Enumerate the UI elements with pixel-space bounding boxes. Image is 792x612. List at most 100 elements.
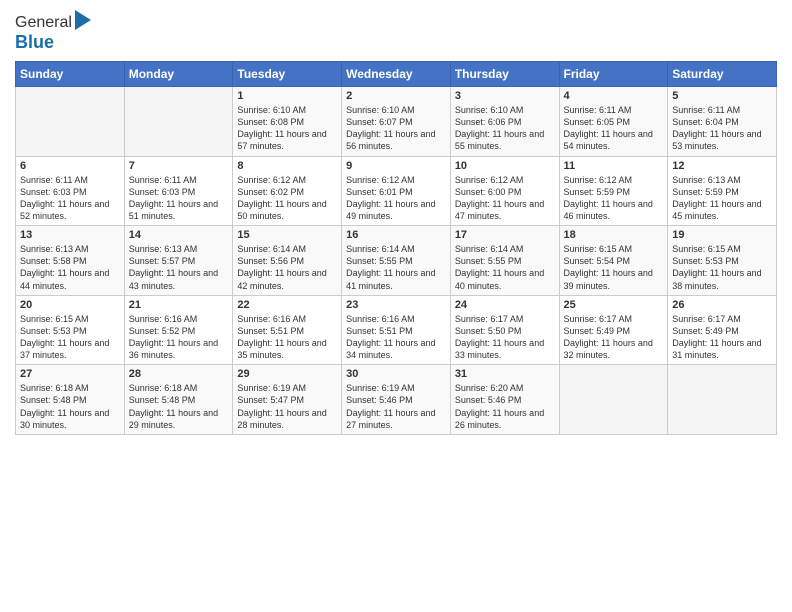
calendar-cell: 21 Sunrise: 6:16 AMSunset: 5:52 PMDayligh… (124, 295, 233, 365)
day-number: 9 (346, 160, 446, 172)
calendar-cell: 27Sunrise: 6:18 AMSunset: 5:48 PMDayligh… (16, 365, 125, 435)
logo: General Blue (15, 14, 91, 53)
cell-content: Sunrise: 6:17 AMSunset: 5:49 PMDaylight:… (564, 313, 664, 362)
cell-content: Sunrise: 6:12 AMSunset: 5:59 PMDaylight:… (564, 174, 664, 223)
day-number: 3 (455, 90, 555, 102)
day-header-saturday: Saturday (668, 62, 777, 87)
calendar-table: SundayMondayTuesdayWednesdayThursdayFrid… (15, 61, 777, 435)
calendar-cell (668, 365, 777, 435)
cell-content: Sunrise: 6:14 AMSunset: 5:55 PMDaylight:… (455, 243, 555, 292)
cell-content: Sunrise: 6:16 AMSunset: 5:52 PMDaylight:… (129, 313, 229, 362)
calendar-week-row: 1 Sunrise: 6:10 AMSunset: 6:08 PMDaylight… (16, 87, 777, 157)
day-number: 7 (129, 160, 229, 172)
day-number: 21 (129, 299, 229, 311)
calendar-cell (124, 87, 233, 157)
cell-content: Sunrise: 6:11 AMSunset: 6:05 PMDaylight:… (564, 104, 664, 153)
day-number: 14 (129, 229, 229, 241)
cell-content: Sunrise: 6:20 AMSunset: 5:46 PMDaylight:… (455, 382, 555, 431)
calendar-cell: 11 Sunrise: 6:12 AMSunset: 5:59 PMDayligh… (559, 156, 668, 226)
day-header-wednesday: Wednesday (342, 62, 451, 87)
calendar-cell: 16 Sunrise: 6:14 AMSunset: 5:55 PMDayligh… (342, 226, 451, 296)
day-number: 29 (237, 368, 337, 380)
logo-arrow-icon (75, 10, 91, 30)
day-number: 8 (237, 160, 337, 172)
day-number: 26 (672, 299, 772, 311)
page-header: General Blue (15, 10, 777, 53)
cell-content: Sunrise: 6:10 AMSunset: 6:07 PMDaylight:… (346, 104, 446, 153)
calendar-cell: 2 Sunrise: 6:10 AMSunset: 6:07 PMDaylight… (342, 87, 451, 157)
cell-content: Sunrise: 6:12 AMSunset: 6:01 PMDaylight:… (346, 174, 446, 223)
calendar-cell: 3 Sunrise: 6:10 AMSunset: 6:06 PMDaylight… (450, 87, 559, 157)
cell-content: Sunrise: 6:12 AMSunset: 6:00 PMDaylight:… (455, 174, 555, 223)
cell-content: Sunrise: 6:15 AMSunset: 5:54 PMDaylight:… (564, 243, 664, 292)
cell-content: Sunrise: 6:12 AMSunset: 6:02 PMDaylight:… (237, 174, 337, 223)
cell-content: Sunrise: 6:11 AMSunset: 6:03 PMDaylight:… (129, 174, 229, 223)
day-number: 25 (564, 299, 664, 311)
day-number: 24 (455, 299, 555, 311)
calendar-cell: 9 Sunrise: 6:12 AMSunset: 6:01 PMDaylight… (342, 156, 451, 226)
logo-blue-text: Blue (15, 32, 54, 53)
day-number: 19 (672, 229, 772, 241)
cell-content: Sunrise: 6:15 AMSunset: 5:53 PMDaylight:… (672, 243, 772, 292)
day-header-friday: Friday (559, 62, 668, 87)
calendar-header-row: SundayMondayTuesdayWednesdayThursdayFrid… (16, 62, 777, 87)
calendar-cell: 26 Sunrise: 6:17 AMSunset: 5:49 PMDayligh… (668, 295, 777, 365)
day-number: 18 (564, 229, 664, 241)
cell-content: Sunrise: 6:10 AMSunset: 6:06 PMDaylight:… (455, 104, 555, 153)
day-number: 28 (129, 368, 229, 380)
day-number: 1 (237, 90, 337, 102)
calendar-cell: 24 Sunrise: 6:17 AMSunset: 5:50 PMDayligh… (450, 295, 559, 365)
day-number: 2 (346, 90, 446, 102)
calendar-cell: 20Sunrise: 6:15 AMSunset: 5:53 PMDayligh… (16, 295, 125, 365)
calendar-cell: 12 Sunrise: 6:13 AMSunset: 5:59 PMDayligh… (668, 156, 777, 226)
calendar-cell: 7 Sunrise: 6:11 AMSunset: 6:03 PMDaylight… (124, 156, 233, 226)
cell-content: Sunrise: 6:19 AMSunset: 5:46 PMDaylight:… (346, 382, 446, 431)
calendar-cell: 19 Sunrise: 6:15 AMSunset: 5:53 PMDayligh… (668, 226, 777, 296)
calendar-cell (16, 87, 125, 157)
cell-content: Sunrise: 6:17 AMSunset: 5:50 PMDaylight:… (455, 313, 555, 362)
calendar-cell: 25 Sunrise: 6:17 AMSunset: 5:49 PMDayligh… (559, 295, 668, 365)
cell-content: Sunrise: 6:19 AMSunset: 5:47 PMDaylight:… (237, 382, 337, 431)
calendar-cell: 8 Sunrise: 6:12 AMSunset: 6:02 PMDaylight… (233, 156, 342, 226)
calendar-cell (559, 365, 668, 435)
calendar-cell: 18 Sunrise: 6:15 AMSunset: 5:54 PMDayligh… (559, 226, 668, 296)
calendar-cell: 14 Sunrise: 6:13 AMSunset: 5:57 PMDayligh… (124, 226, 233, 296)
calendar-cell: 17Sunrise: 6:14 AMSunset: 5:55 PMDayligh… (450, 226, 559, 296)
calendar-cell: 28Sunrise: 6:18 AMSunset: 5:48 PMDayligh… (124, 365, 233, 435)
day-number: 23 (346, 299, 446, 311)
day-number: 15 (237, 229, 337, 241)
calendar-cell: 1 Sunrise: 6:10 AMSunset: 6:08 PMDaylight… (233, 87, 342, 157)
cell-content: Sunrise: 6:16 AMSunset: 5:51 PMDaylight:… (237, 313, 337, 362)
cell-content: Sunrise: 6:17 AMSunset: 5:49 PMDaylight:… (672, 313, 772, 362)
day-number: 12 (672, 160, 772, 172)
calendar-cell: 31 Sunrise: 6:20 AMSunset: 5:46 PMDayligh… (450, 365, 559, 435)
calendar-week-row: 6 Sunrise: 6:11 AMSunset: 6:03 PMDaylight… (16, 156, 777, 226)
cell-content: Sunrise: 6:11 AMSunset: 6:03 PMDaylight:… (20, 174, 120, 223)
day-number: 22 (237, 299, 337, 311)
cell-content: Sunrise: 6:11 AMSunset: 6:04 PMDaylight:… (672, 104, 772, 153)
day-number: 31 (455, 368, 555, 380)
calendar-cell: 15 Sunrise: 6:14 AMSunset: 5:56 PMDayligh… (233, 226, 342, 296)
cell-content: Sunrise: 6:14 AMSunset: 5:55 PMDaylight:… (346, 243, 446, 292)
calendar-cell: 23 Sunrise: 6:16 AMSunset: 5:51 PMDayligh… (342, 295, 451, 365)
calendar-cell: 29 Sunrise: 6:19 AMSunset: 5:47 PMDayligh… (233, 365, 342, 435)
day-number: 13 (20, 229, 120, 241)
day-number: 4 (564, 90, 664, 102)
cell-content: Sunrise: 6:14 AMSunset: 5:56 PMDaylight:… (237, 243, 337, 292)
day-number: 27 (20, 368, 120, 380)
cell-content: Sunrise: 6:15 AMSunset: 5:53 PMDaylight:… (20, 313, 120, 362)
day-header-monday: Monday (124, 62, 233, 87)
cell-content: Sunrise: 6:13 AMSunset: 5:59 PMDaylight:… (672, 174, 772, 223)
day-number: 5 (672, 90, 772, 102)
calendar-cell: 22 Sunrise: 6:16 AMSunset: 5:51 PMDayligh… (233, 295, 342, 365)
calendar-cell: 4 Sunrise: 6:11 AMSunset: 6:05 PMDaylight… (559, 87, 668, 157)
day-number: 16 (346, 229, 446, 241)
calendar-cell: 10Sunrise: 6:12 AMSunset: 6:00 PMDayligh… (450, 156, 559, 226)
day-header-sunday: Sunday (16, 62, 125, 87)
cell-content: Sunrise: 6:13 AMSunset: 5:57 PMDaylight:… (129, 243, 229, 292)
cell-content: Sunrise: 6:10 AMSunset: 6:08 PMDaylight:… (237, 104, 337, 153)
logo-general-text: General (15, 14, 72, 32)
cell-content: Sunrise: 6:16 AMSunset: 5:51 PMDaylight:… (346, 313, 446, 362)
day-number: 11 (564, 160, 664, 172)
day-number: 6 (20, 160, 120, 172)
